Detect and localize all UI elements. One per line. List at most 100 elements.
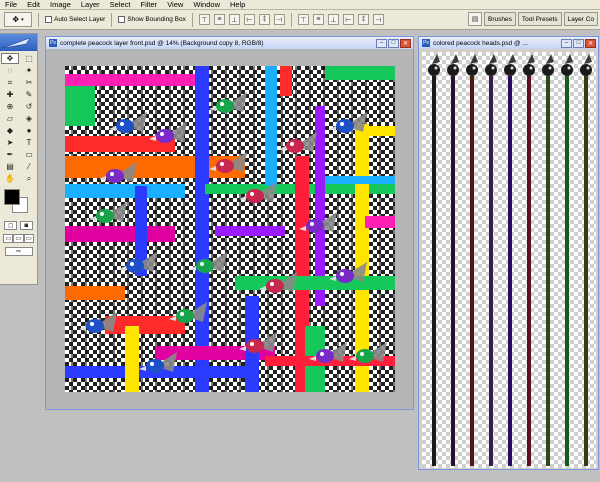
align-right-button[interactable]: ⊣ — [273, 14, 285, 25]
menu-help[interactable]: Help — [225, 0, 250, 10]
file-browser-button[interactable]: ▤ — [468, 12, 482, 26]
tool-preset-picker[interactable]: ✥ ▾ — [4, 12, 32, 27]
document-titlebar[interactable]: Ps colored peacock heads.psd @ ... – □ ✕ — [419, 37, 598, 49]
peacock-eye — [290, 142, 294, 146]
screen-mode-row: ▭ ▭ ▭ — [0, 232, 37, 245]
menu-file[interactable]: File — [0, 0, 22, 10]
paint-bucket-icon: ◈ — [25, 114, 33, 123]
close-icon: ✕ — [402, 40, 409, 47]
menu-view[interactable]: View — [162, 0, 188, 10]
auto-select-layer-checkbox[interactable]: Auto Select Layer — [45, 16, 105, 23]
standard-screen-button[interactable]: ▭ — [3, 234, 14, 243]
rectangle-tool-button[interactable]: ▭ — [20, 149, 38, 160]
lasso-tool-button[interactable]: ◌ — [1, 65, 19, 76]
notes-tool-button[interactable]: ▤ — [1, 161, 19, 172]
eraser-tool-button[interactable]: ▱ — [1, 113, 19, 124]
quick-mask-button[interactable]: ◙ — [19, 221, 33, 230]
tab-tool-presets[interactable]: Tool Presets — [517, 12, 562, 26]
crop-tool-button[interactable]: ⌗ — [1, 77, 19, 88]
align-bottom-button[interactable]: ⊥ — [228, 14, 240, 25]
align-left-button[interactable]: ⊢ — [243, 14, 255, 25]
menu-filter[interactable]: Filter — [136, 0, 163, 10]
toolbox-header[interactable] — [0, 34, 37, 51]
type-tool-button[interactable]: T — [20, 137, 38, 148]
tab-layer-comps[interactable]: Layer Co — [563, 12, 599, 26]
distribute-right-button[interactable]: ⊣ — [372, 14, 384, 25]
paint-bucket-tool-button[interactable]: ◈ — [20, 113, 38, 124]
color-stripe — [325, 66, 395, 80]
stick-head — [485, 64, 497, 76]
tab-brushes[interactable]: Brushes — [484, 12, 516, 26]
peacock-head — [266, 279, 284, 293]
menu-image[interactable]: Image — [45, 0, 76, 10]
maximize-button[interactable]: □ — [388, 38, 399, 48]
stick-crest — [489, 54, 497, 64]
marquee-tool-button[interactable]: ⬚ — [20, 53, 38, 64]
pen-tool-button[interactable]: ✒ — [1, 149, 19, 160]
full-menu-screen-button[interactable]: ▭ — [13, 234, 24, 243]
minimize-button[interactable]: – — [561, 38, 572, 48]
color-stripe — [215, 226, 285, 236]
eyedropper-tool-button[interactable]: ⁄ — [20, 161, 38, 172]
marquee-icon: ⬚ — [25, 54, 33, 63]
close-button[interactable]: ✕ — [585, 38, 596, 48]
stick-head — [504, 64, 516, 76]
zoom-tool-button[interactable]: ⌕ — [20, 173, 38, 184]
ps-document-icon: Ps — [49, 39, 57, 47]
move-tool-button[interactable]: ✥ — [1, 53, 19, 64]
align-hcenter-button[interactable]: ‡ — [258, 14, 270, 25]
standard-mode-button[interactable]: ◻ — [4, 221, 18, 230]
menu-select[interactable]: Select — [105, 0, 136, 10]
align-top-button[interactable]: ⊤ — [198, 14, 210, 25]
screen-icon: ▭ — [25, 236, 32, 242]
color-stripe — [365, 216, 395, 228]
stick — [470, 76, 474, 466]
distribute-bottom-button[interactable]: ⊥ — [327, 14, 339, 25]
full-screen-button[interactable]: ▭ — [23, 234, 34, 243]
peacock-canvas[interactable] — [65, 66, 395, 392]
clone-stamp-tool-button[interactable]: ⊕ — [1, 101, 19, 112]
peacock-head — [116, 119, 134, 133]
distribute-vcenter-button[interactable]: ≡ — [312, 14, 324, 25]
checkbox-box — [118, 16, 126, 23]
distribute-left-button[interactable]: ⊢ — [342, 14, 354, 25]
menu-window[interactable]: Window — [188, 0, 225, 10]
peacock-eye — [310, 222, 314, 226]
auto-select-label: Auto Select Layer — [54, 16, 106, 23]
hand-tool-button[interactable]: ✋ — [1, 173, 19, 184]
quick-mask-icon: ◙ — [24, 222, 29, 229]
peacock-head — [216, 159, 234, 173]
menu-edit[interactable]: Edit — [22, 0, 45, 10]
healing-brush-tool-button[interactable]: ✚ — [1, 89, 19, 100]
healing-brush-icon: ✚ — [6, 90, 14, 99]
divider — [290, 12, 292, 27]
eyedropper-icon: ⁄ — [28, 162, 30, 171]
divider — [38, 12, 39, 27]
slice-tool-button[interactable]: ✂ — [20, 77, 38, 88]
path-selection-tool-button[interactable]: ➤ — [1, 137, 19, 148]
magic-wand-tool-button[interactable]: ✦ — [20, 65, 38, 76]
stick-head — [580, 64, 592, 76]
document-titlebar[interactable]: Ps complete peacock layer front.psd @ 14… — [46, 37, 413, 49]
history-brush-tool-button[interactable]: ↺ — [20, 101, 38, 112]
foreground-color-swatch[interactable] — [4, 189, 20, 205]
align-vcenter-button[interactable]: ≡ — [213, 14, 225, 25]
transparent-canvas[interactable] — [422, 52, 600, 468]
brush-tool-button[interactable]: ✎ — [20, 89, 38, 100]
crop-icon: ⌗ — [7, 77, 13, 87]
peacock-head — [286, 139, 304, 153]
close-button[interactable]: ✕ — [400, 38, 411, 48]
distribute-hcenter-button[interactable]: ‡ — [357, 14, 369, 25]
blur-tool-button[interactable]: ◆ — [1, 125, 19, 136]
minimize-button[interactable]: – — [376, 38, 387, 48]
dodge-tool-button[interactable]: ● — [20, 125, 38, 136]
distribute-top-button[interactable]: ⊤ — [297, 14, 309, 25]
show-bounding-box-checkbox[interactable]: Show Bounding Box — [118, 16, 186, 23]
maximize-button[interactable]: □ — [573, 38, 584, 48]
stick — [432, 76, 436, 466]
color-stripe — [65, 286, 125, 300]
jump-to-imageready-button[interactable]: ⇨ — [4, 247, 33, 256]
dodge-icon: ● — [26, 126, 32, 135]
menu-layer[interactable]: Layer — [76, 0, 105, 10]
imageready-icon: ⇨ — [15, 249, 22, 255]
